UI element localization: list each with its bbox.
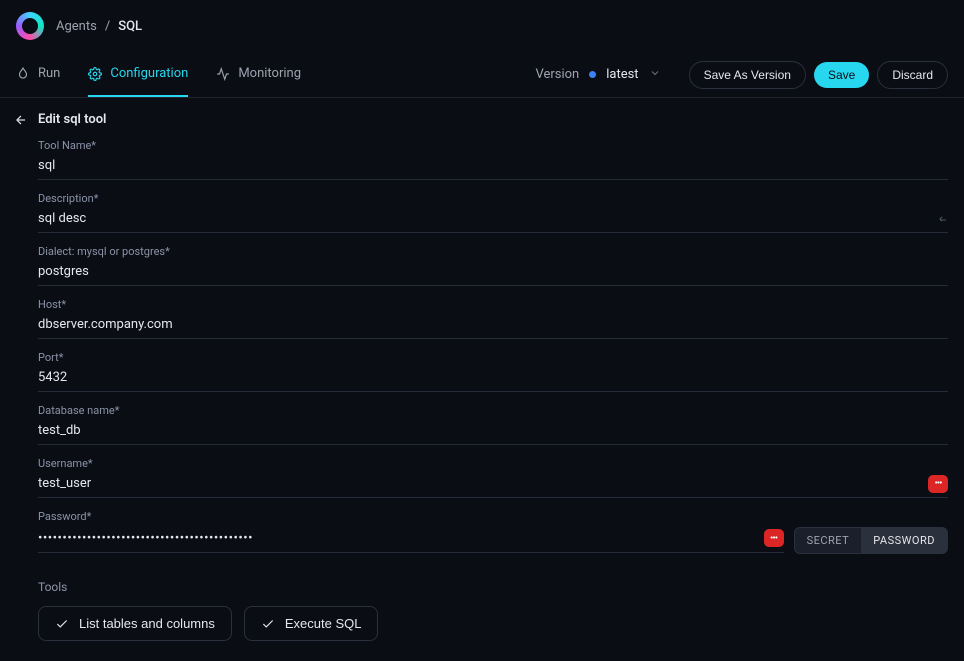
database-input[interactable] — [38, 421, 948, 440]
app-header: Agents / SQL — [0, 0, 964, 52]
dialect-input[interactable] — [38, 262, 948, 281]
tool-buttons: List tables and columns Execute SQL — [38, 606, 948, 641]
password-input[interactable] — [38, 529, 754, 548]
database-label: Database name* — [38, 404, 948, 417]
save-as-version-button[interactable]: Save As Version — [689, 61, 806, 89]
tool-name-label: Tool Name* — [38, 139, 948, 152]
tab-monitoring-label: Monitoring — [238, 66, 301, 81]
tab-monitoring[interactable]: Monitoring — [216, 52, 301, 97]
resize-handle-icon[interactable] — [938, 215, 948, 228]
page-title: Edit sql tool — [38, 112, 106, 127]
nav-row: Run Configuration Monitoring Version lat… — [0, 52, 964, 98]
field-description: Description* — [38, 192, 948, 237]
flame-icon — [16, 67, 30, 81]
toggle-password[interactable]: PASSWORD — [861, 528, 947, 553]
version-label: Version — [535, 67, 579, 82]
save-button[interactable]: Save — [814, 62, 869, 88]
activity-icon — [216, 67, 230, 81]
tab-run-label: Run — [38, 66, 60, 81]
discard-button[interactable]: Discard — [877, 61, 948, 89]
back-arrow-icon[interactable] — [14, 113, 28, 127]
tab-configuration[interactable]: Configuration — [88, 52, 188, 97]
version-value: latest — [606, 67, 638, 82]
port-input[interactable] — [38, 368, 948, 387]
username-label: Username* — [38, 457, 948, 470]
page-title-row: Edit sql tool — [14, 112, 948, 127]
toggle-secret[interactable]: SECRET — [795, 528, 862, 553]
tool-name-input[interactable] — [38, 156, 948, 175]
tab-configuration-label: Configuration — [110, 66, 188, 81]
host-input[interactable] — [38, 315, 948, 334]
list-tables-button[interactable]: List tables and columns — [38, 606, 232, 641]
breadcrumb-current: SQL — [118, 19, 142, 34]
app-logo — [16, 12, 44, 40]
field-dialect: Dialect: mysql or postgres* — [38, 245, 948, 290]
gear-icon — [88, 67, 102, 81]
description-label: Description* — [38, 192, 948, 205]
field-password: Password* ••• SECRET PASSWORD — [38, 510, 948, 562]
password-label: Password* — [38, 510, 948, 523]
execute-sql-label: Execute SQL — [285, 616, 362, 631]
field-port: Port* — [38, 351, 948, 396]
version-selector[interactable]: Version latest — [535, 67, 660, 83]
field-host: Host* — [38, 298, 948, 343]
field-username: Username* ••• — [38, 457, 948, 502]
secret-badge-icon[interactable]: ••• — [928, 475, 948, 493]
execute-sql-button[interactable]: Execute SQL — [244, 606, 379, 641]
content-area: Edit sql tool Tool Name* Description* Di… — [0, 98, 964, 661]
host-label: Host* — [38, 298, 948, 311]
field-tool-name: Tool Name* — [38, 139, 948, 184]
tab-run[interactable]: Run — [16, 52, 60, 97]
tools-section-label: Tools — [38, 580, 948, 594]
description-input[interactable] — [38, 209, 928, 228]
port-label: Port* — [38, 351, 948, 364]
action-buttons: Save As Version Save Discard — [689, 61, 948, 89]
list-tables-label: List tables and columns — [79, 616, 215, 631]
username-input[interactable] — [38, 474, 918, 493]
version-status-dot — [589, 71, 596, 78]
password-type-toggle: SECRET PASSWORD — [794, 527, 948, 554]
check-icon — [55, 617, 69, 631]
chevron-down-icon — [649, 67, 661, 83]
check-icon — [261, 617, 275, 631]
breadcrumb-separator: / — [105, 19, 110, 34]
field-database: Database name* — [38, 404, 948, 449]
form: Tool Name* Description* Dialect: mysql o… — [14, 139, 948, 641]
dialect-label: Dialect: mysql or postgres* — [38, 245, 948, 258]
breadcrumb-parent[interactable]: Agents — [56, 19, 97, 34]
secret-badge-icon[interactable]: ••• — [764, 529, 784, 547]
breadcrumb: Agents / SQL — [56, 19, 142, 34]
